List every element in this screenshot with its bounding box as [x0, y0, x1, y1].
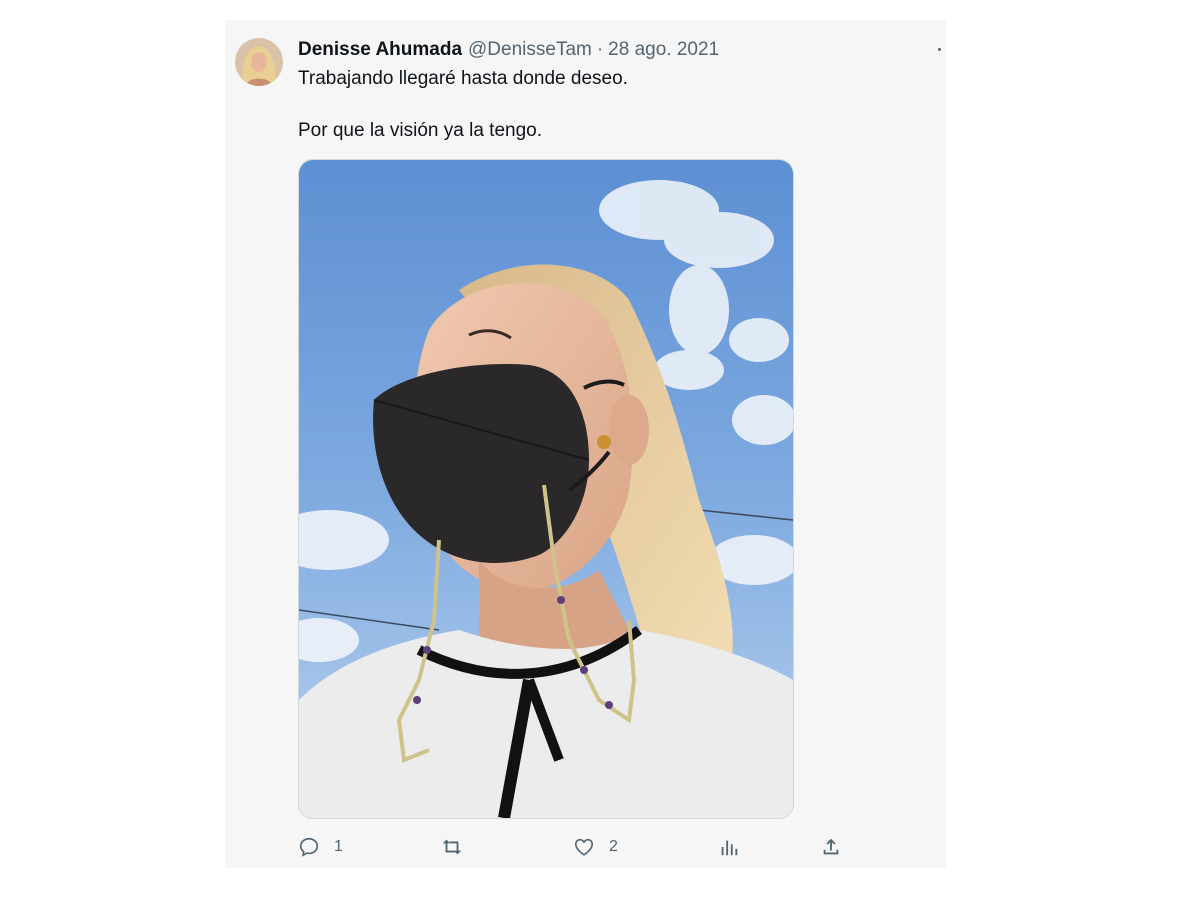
avatar[interactable]	[235, 38, 283, 86]
user-handle[interactable]: @DenisseTam	[468, 39, 592, 61]
tweet-photo-image	[299, 160, 793, 818]
reply-icon	[299, 837, 319, 857]
tweet-actions: 1 2	[298, 832, 858, 862]
tweet-header: Denisse Ahumada @DenisseTam · 28 ago. 20…	[298, 38, 719, 62]
share-button[interactable]	[820, 832, 842, 862]
reply-count: 1	[334, 838, 343, 855]
heart-icon	[574, 838, 594, 856]
retweet-icon	[442, 839, 462, 855]
tweet-card[interactable]: Denisse Ahumada @DenisseTam · 28 ago. 20…	[225, 20, 946, 868]
tweet-text-line-2: Por que la visión ya la tengo.	[298, 120, 542, 141]
more-options-icon[interactable]	[934, 42, 944, 56]
tweet-photo[interactable]	[298, 159, 794, 819]
display-name[interactable]: Denisse Ahumada	[298, 39, 462, 61]
analytics-icon	[721, 840, 738, 856]
header-separator: ·	[596, 39, 604, 60]
reply-button[interactable]: 1	[298, 832, 343, 862]
retweet-button[interactable]	[440, 832, 478, 862]
views-button[interactable]	[718, 832, 740, 862]
like-button[interactable]: 2	[573, 832, 618, 862]
tweet-text-line-1: Trabajando llegaré hasta donde deseo.	[298, 68, 628, 89]
share-icon	[823, 838, 839, 855]
tweet-date[interactable]: 28 ago. 2021	[608, 39, 719, 61]
like-count: 2	[609, 838, 618, 855]
